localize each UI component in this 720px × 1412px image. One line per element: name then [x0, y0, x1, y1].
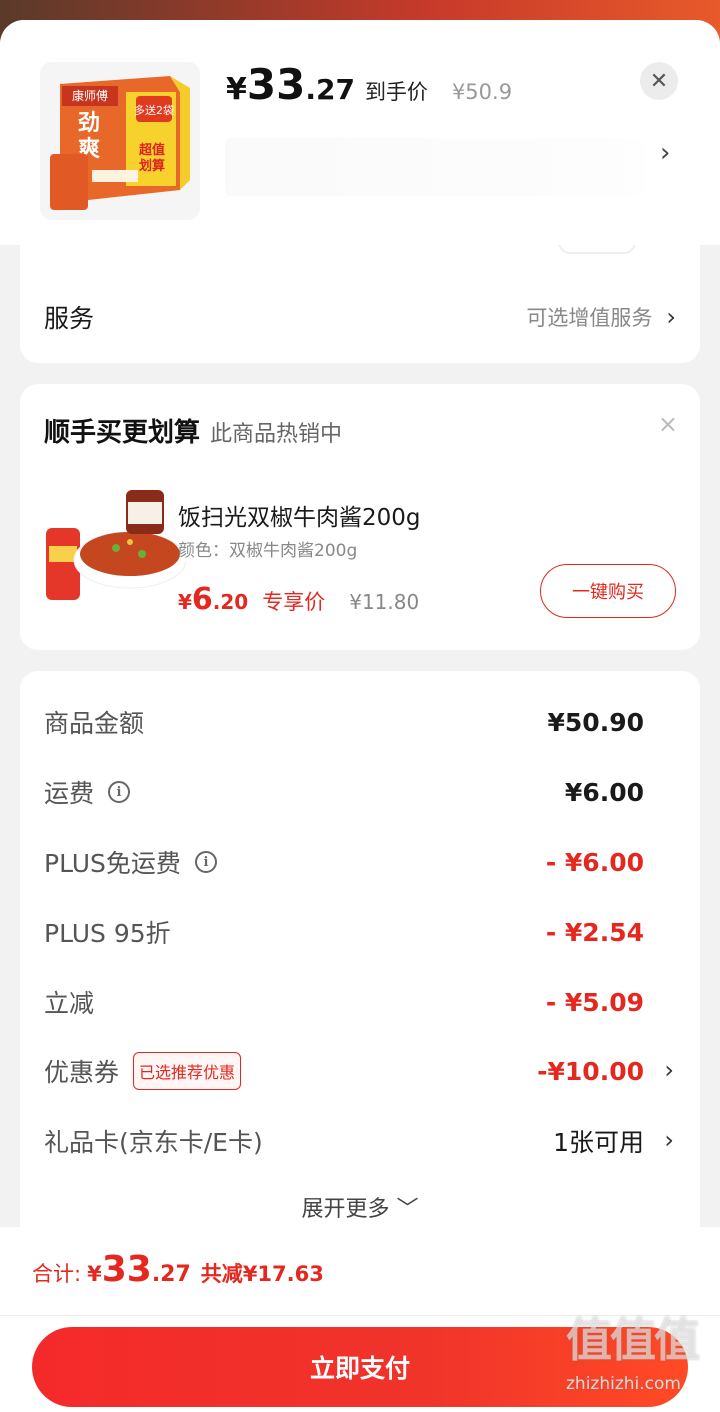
- summary-label: PLUS 95折: [44, 919, 171, 948]
- bundle-price-currency: ¥: [178, 590, 192, 614]
- service-value: 可选增值服务: [526, 306, 653, 330]
- pay-now-button[interactable]: 立即支付: [32, 1327, 688, 1407]
- divider: [0, 1315, 720, 1316]
- info-icon[interactable]: i: [108, 781, 131, 803]
- svg-text:劲: 劲: [78, 111, 100, 136]
- bundle-price-integer: 6: [191, 582, 213, 617]
- price-summary-card: 商品金额 ¥50.90 运费 i ¥6.00 PLUS免运费 i - ¥6.00…: [20, 671, 700, 1251]
- svg-text:康师傅: 康师傅: [72, 88, 108, 103]
- bundle-close-icon[interactable]: ×: [658, 410, 678, 438]
- bundle-header: 顺手买更划算 此商品热销中: [44, 412, 342, 449]
- summary-row-shipping: 运费 i ¥6.00: [44, 770, 644, 814]
- summary-label: PLUS免运费: [44, 849, 181, 878]
- bundle-product-image[interactable]: [46, 488, 187, 608]
- expand-more-button[interactable]: 展开更多 ﹀: [20, 1191, 700, 1223]
- ghost-spec-text: [225, 138, 645, 196]
- summary-value: ¥6.00: [564, 777, 644, 807]
- bundle-price-decimal: .20: [212, 590, 249, 614]
- total-row: 合计: ¥ 33 .27 共减¥17.63: [32, 1249, 324, 1290]
- bundle-price-tag: 专享价: [262, 590, 326, 614]
- summary-value: - ¥6.00: [545, 847, 644, 877]
- summary-row-plus-free-shipping: PLUS免运费 i - ¥6.00: [44, 840, 644, 884]
- original-price: ¥50.9: [451, 80, 513, 104]
- summary-label: 礼品卡(京东卡/E卡): [44, 1128, 263, 1157]
- product-thumbnail[interactable]: 康师傅 劲 爽 多送2袋 超值 划算: [40, 62, 200, 220]
- summary-row-plus-discount: PLUS 95折 - ¥2.54: [44, 910, 644, 954]
- bundle-subtitle: 此商品热销中: [210, 422, 343, 447]
- svg-text:超值: 超值: [139, 142, 165, 158]
- one-click-buy-button[interactable]: 一键购买: [540, 564, 676, 618]
- product-header: 康师傅 劲 爽 多送2袋 超值 划算 ¥ 33 .27 到手价 ¥50.9 ✕ …: [0, 20, 720, 245]
- total-currency: ¥: [87, 1262, 102, 1286]
- service-label: 服务: [44, 304, 95, 333]
- summary-value: - ¥5.09: [545, 987, 644, 1017]
- checkout-footer: 合计: ¥ 33 .27 共减¥17.63 立即支付: [0, 1227, 720, 1412]
- summary-row-gift-card[interactable]: 礼品卡(京东卡/E卡) 1张可用: [44, 1119, 644, 1163]
- total-integer: 33: [101, 1249, 152, 1290]
- chevron-right-icon[interactable]: ›: [664, 1126, 674, 1154]
- bundle-card: 顺手买更划算 此商品热销中 × 饭扫光双椒牛肉酱200g 颜色：双椒牛肉酱200…: [20, 384, 700, 650]
- chevron-right-icon[interactable]: ›: [660, 138, 670, 168]
- price-tag: 到手价: [364, 80, 428, 104]
- svg-text:划算: 划算: [139, 158, 165, 174]
- summary-value: - ¥2.54: [545, 917, 644, 947]
- summary-value: ¥50.90: [547, 707, 644, 737]
- total-saved: 共减¥17.63: [200, 1262, 324, 1286]
- total-decimal: .27: [151, 1262, 191, 1287]
- summary-row-instant-discount: 立减 - ¥5.09: [44, 980, 644, 1024]
- bundle-price: ¥ 6 .20 专享价 ¥11.80: [178, 582, 419, 617]
- close-icon[interactable]: ✕: [640, 62, 678, 100]
- bundle-title: 顺手买更划算: [44, 418, 201, 448]
- recommended-coupon-badge: 已选推荐优惠: [133, 1052, 242, 1090]
- bundle-product-color: 颜色：双椒牛肉酱200g: [178, 541, 358, 561]
- bundle-original-price: ¥11.80: [349, 590, 420, 614]
- summary-label: 优惠券: [44, 1058, 120, 1087]
- checkout-sheet: 康师傅 劲 爽 多送2袋 超值 划算 ¥ 33 .27 到手价 ¥50.9 ✕ …: [0, 20, 720, 1412]
- summary-value: 1张可用: [553, 1128, 644, 1157]
- total-label: 合计:: [32, 1262, 82, 1286]
- summary-row-goods-amount: 商品金额 ¥50.90: [44, 700, 644, 744]
- summary-row-coupon[interactable]: 优惠券 已选推荐优惠 -¥10.00: [44, 1049, 644, 1093]
- info-icon[interactable]: i: [194, 851, 217, 873]
- price-decimal: .27: [305, 73, 355, 106]
- price-integer: 33: [246, 60, 306, 109]
- summary-label: 立减: [44, 989, 95, 1018]
- summary-label: 商品金额: [44, 709, 145, 738]
- chevron-right-icon: ›: [666, 303, 676, 331]
- bundle-product-name[interactable]: 饭扫光双椒牛肉酱200g: [178, 498, 421, 532]
- summary-label: 运费: [44, 779, 95, 808]
- chevron-right-icon[interactable]: ›: [664, 1056, 674, 1084]
- summary-value: -¥10.00: [537, 1056, 644, 1086]
- price-currency: ¥: [226, 72, 247, 107]
- final-price: ¥ 33 .27 到手价 ¥50.9: [226, 60, 512, 120]
- svg-text:多送2袋: 多送2袋: [134, 103, 174, 117]
- service-row[interactable]: 服务 可选增值服务 ›: [44, 292, 676, 342]
